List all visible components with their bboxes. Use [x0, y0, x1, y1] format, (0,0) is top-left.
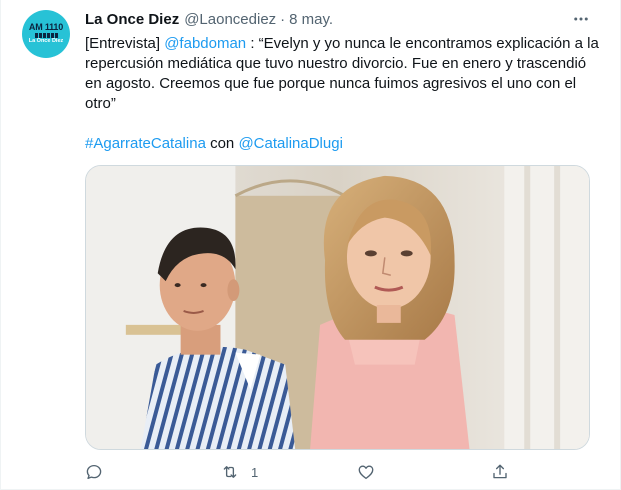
retweet-count: 1 [251, 464, 259, 480]
more-options-button[interactable] [569, 8, 593, 30]
retweet-button[interactable]: 1 [221, 460, 258, 484]
avatar[interactable]: AM 1110 La Once Diez [22, 10, 70, 58]
reply-button[interactable] [85, 460, 115, 484]
more-horizontal-icon [574, 17, 588, 21]
tweet-text-prefix: [Entrevista] [85, 35, 165, 52]
mention-link[interactable]: @fabdoman [164, 35, 246, 52]
tweet-text: [Entrevista] @fabdoman : “Evelyn y yo nu… [85, 34, 600, 114]
avatar-logo-bottom: La Once Diez [28, 38, 64, 45]
avatar-logo-top: AM 1110 [28, 22, 64, 33]
tweet-date[interactable]: 8 may. [289, 11, 333, 28]
tweet-tags-line: #AgarrateCatalina con @CatalinaDlugi [85, 134, 600, 154]
like-button[interactable] [357, 460, 387, 484]
share-icon [493, 464, 507, 479]
tweet-actions: 1 [85, 460, 525, 484]
tweet-card[interactable]: AM 1110 La Once Diez La Once Diez @Laonc… [0, 0, 621, 490]
retweet-icon [223, 466, 237, 478]
avatar-logo: AM 1110 La Once Diez [28, 23, 64, 45]
separator-dot: · [280, 10, 286, 28]
photo-image [86, 166, 589, 449]
share-button[interactable] [491, 460, 509, 484]
mention-link-2[interactable]: @CatalinaDlugi [238, 135, 342, 152]
reply-icon [86, 464, 102, 480]
user-handle[interactable]: @Laoncediez [184, 11, 276, 28]
con-word: con [205, 135, 239, 152]
tweet-header: La Once Diez @Laoncediez · 8 may. [85, 9, 333, 29]
heart-icon [358, 465, 374, 480]
tweet-photo[interactable] [85, 165, 590, 450]
hashtag-link[interactable]: #AgarrateCatalina [85, 135, 206, 152]
display-name[interactable]: La Once Diez [85, 11, 179, 28]
